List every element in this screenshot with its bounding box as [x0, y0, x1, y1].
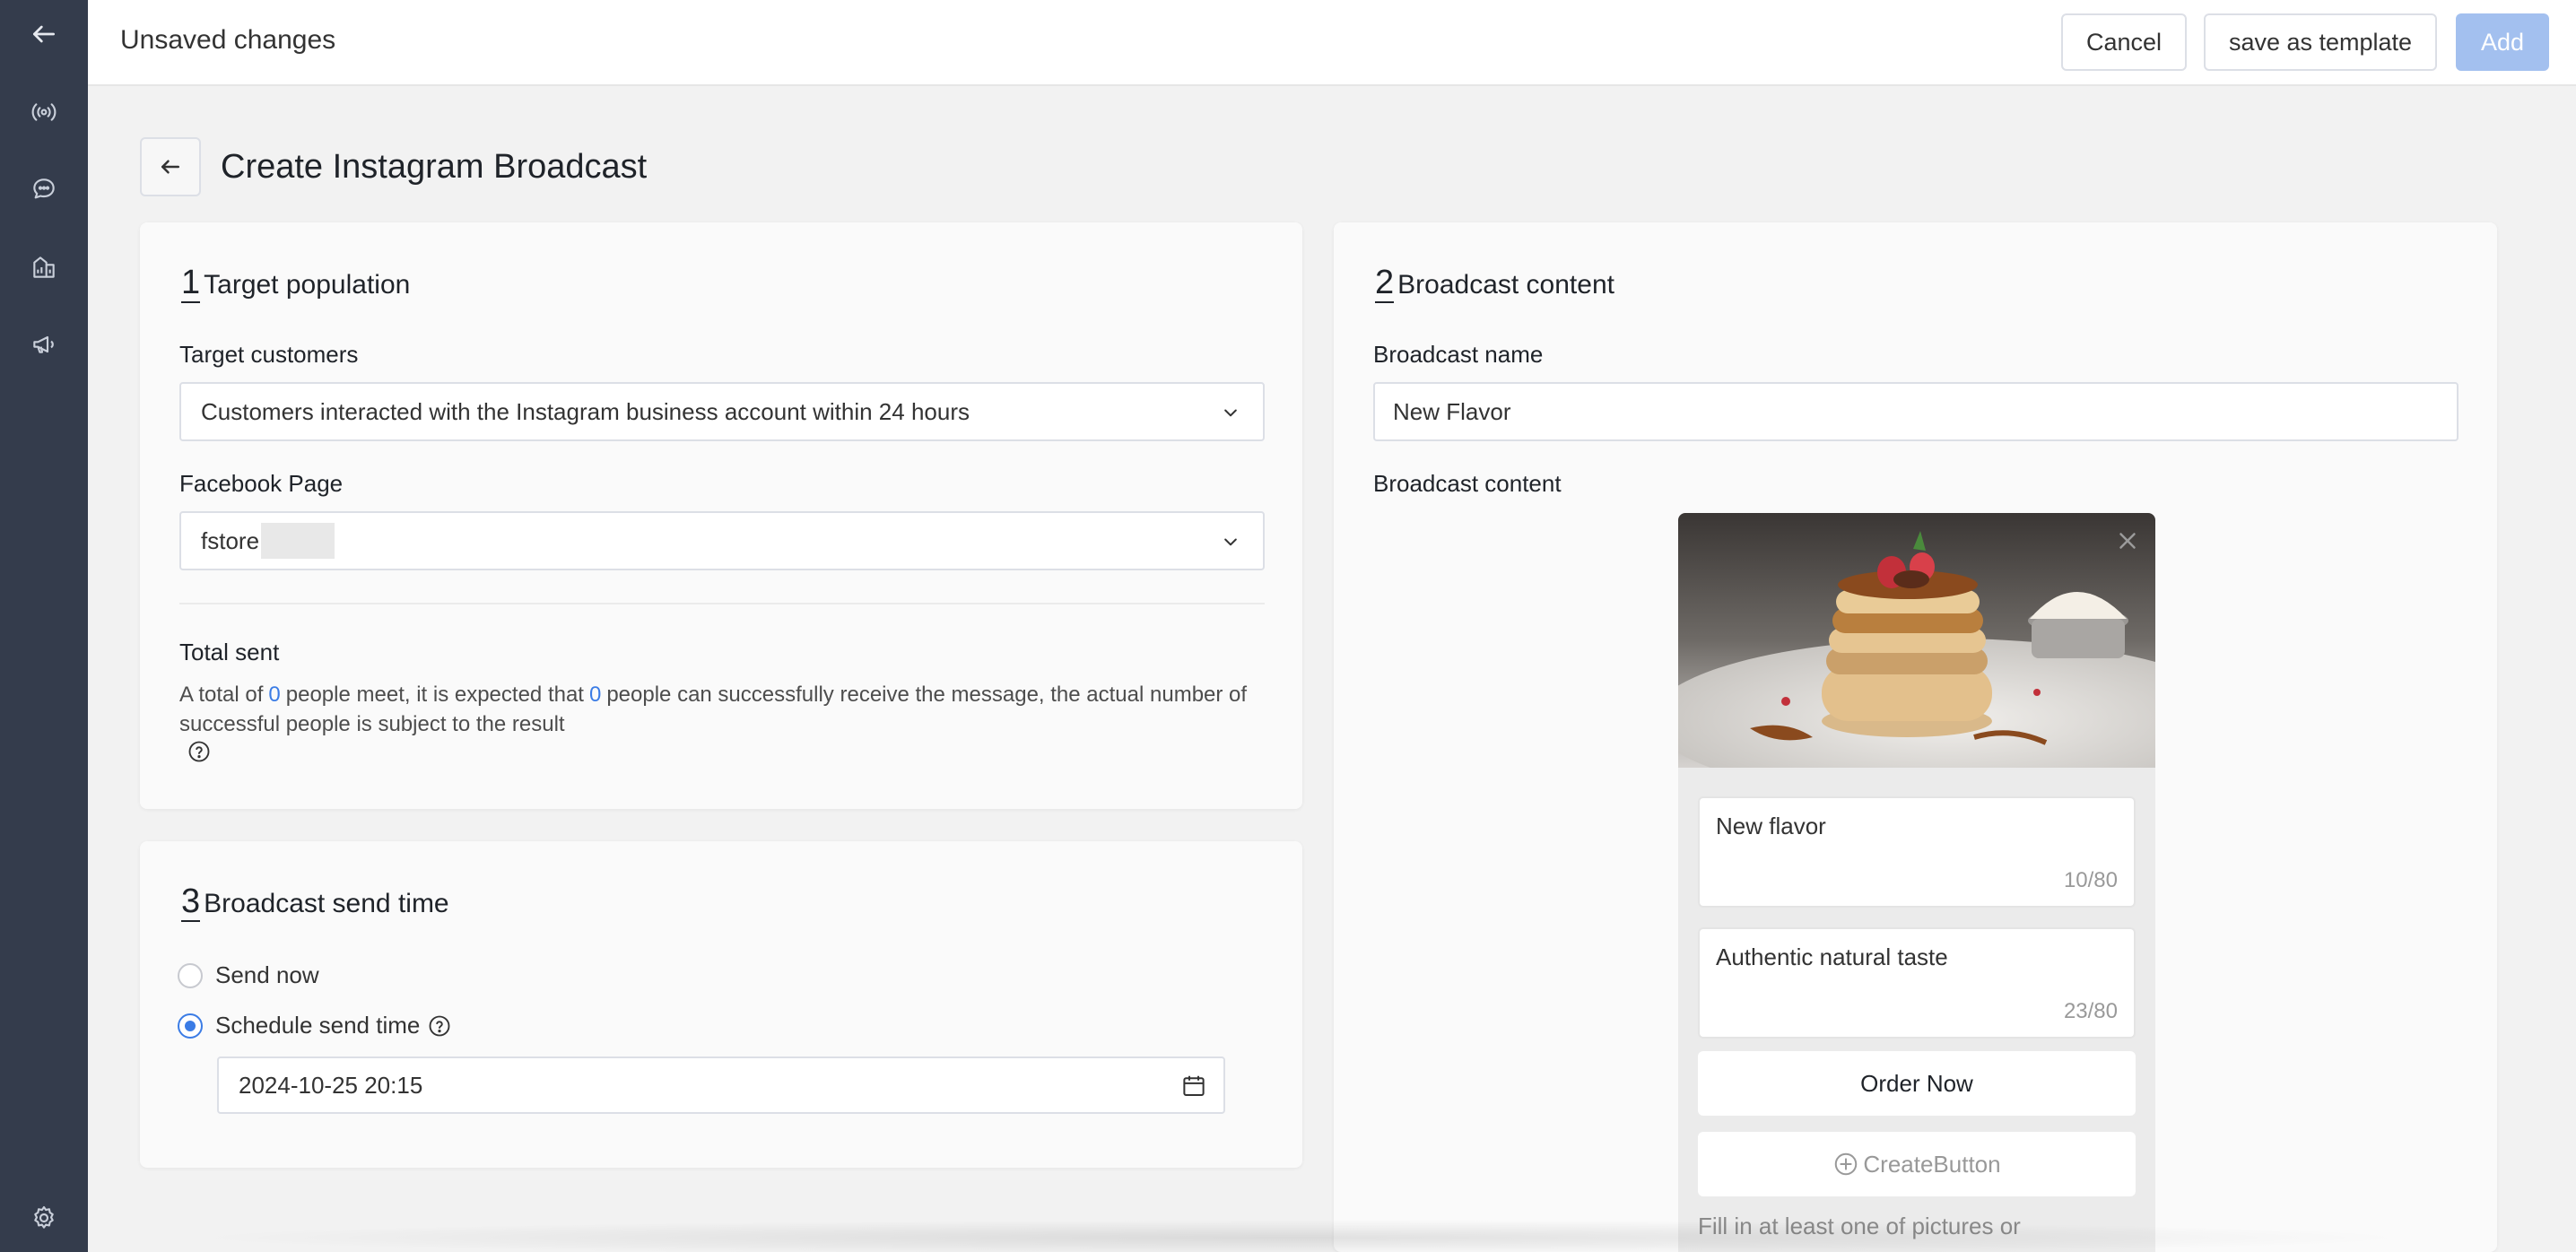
back-arrow-icon[interactable]	[26, 16, 62, 52]
section-title: Target population	[204, 270, 411, 300]
pancake-image[interactable]	[1678, 513, 2155, 768]
broadcast-content-label: Broadcast content	[1373, 470, 1562, 497]
redacted-mask	[261, 523, 335, 559]
chat-icon[interactable]	[26, 171, 62, 207]
add-button[interactable]: Add	[2456, 13, 2549, 71]
megaphone-icon[interactable]	[26, 326, 62, 362]
target-customers-label: Target customers	[179, 341, 359, 368]
preview-title-text: New flavor	[1716, 813, 1826, 839]
broadcast-content-card: 2 Broadcast content Broadcast name New F…	[1334, 222, 2497, 1252]
section-number: 1	[181, 264, 201, 303]
page-title: Create Instagram Broadcast	[221, 147, 648, 186]
calendar-icon[interactable]	[1180, 1073, 1207, 1100]
facebook-page-select[interactable]: fstore	[179, 511, 1265, 570]
create-button-label: CreateButton	[1863, 1150, 2001, 1178]
preview-title-count: 10/80	[2063, 868, 2118, 892]
section-number: 2	[1375, 264, 1395, 303]
help-circle-icon[interactable]	[187, 739, 212, 764]
help-circle-icon[interactable]	[427, 1013, 452, 1039]
unsaved-changes-title: Unsaved changes	[120, 25, 336, 55]
back-arrow-icon	[161, 160, 179, 174]
settings-gear-icon[interactable]	[26, 1200, 62, 1236]
section-title: Broadcast send time	[204, 889, 449, 918]
broadcast-send-time-card: 3 Broadcast send time Send now Schedule …	[140, 841, 1302, 1168]
total-sent-label: Total sent	[179, 639, 280, 665]
total-sent-description: A total of 0 people meet, it is expected t…	[179, 680, 1256, 739]
facebook-page-label: Facebook Page	[179, 470, 344, 497]
close-icon[interactable]	[2114, 527, 2141, 554]
target-customers-select[interactable]: Customers interacted with the Instagram …	[179, 382, 1265, 441]
broadcast-name-value: New Flavor	[1393, 397, 1511, 425]
broadcast-name-input[interactable]: New Flavor	[1373, 382, 2459, 441]
save-as-template-button[interactable]: save as template	[2204, 13, 2437, 71]
facebook-page-value: fstore	[201, 526, 260, 554]
sidebar	[0, 0, 88, 1252]
target-population-heading: 1 Target population	[181, 265, 410, 303]
message-preview-card: New flavor 10/80 Authentic natural taste…	[1678, 513, 2155, 1252]
broadcast-icon[interactable]	[26, 94, 62, 130]
preview-title-field[interactable]: New flavor 10/80	[1698, 796, 2136, 908]
send-now-label: Send now	[215, 961, 319, 988]
send-time-heading: 3 Broadcast send time	[181, 884, 449, 922]
broadcast-content-heading: 2 Broadcast content	[1375, 265, 1614, 303]
schedule-datetime-input[interactable]: 2024-10-25 20:15	[217, 1056, 1225, 1114]
divider	[179, 603, 1265, 604]
cancel-button[interactable]: Cancel	[2061, 13, 2187, 71]
schedule-send-option[interactable]: Schedule send time	[178, 1012, 452, 1039]
page-title-row: Create Instagram Broadcast	[140, 137, 647, 196]
schedule-send-label: Schedule send time	[215, 1012, 421, 1039]
target-customers-value: Customers interacted with the Instagram …	[201, 397, 970, 425]
schedule-send-radio[interactable]	[178, 1013, 203, 1039]
broadcast-name-label: Broadcast name	[1373, 341, 1544, 368]
create-button[interactable]: CreateButton	[1698, 1132, 2136, 1196]
total-prefix: A total of	[179, 683, 264, 707]
section-number: 3	[181, 882, 201, 922]
analytics-icon[interactable]	[26, 249, 62, 285]
chevron-down-icon	[1224, 409, 1237, 417]
section-title: Broadcast content	[1397, 270, 1614, 300]
chevron-down-icon	[1224, 538, 1237, 546]
preview-subtitle-text: Authentic natural taste	[1716, 943, 1948, 970]
total-middle: people meet, it is expected that	[285, 683, 584, 707]
preview-subtitle-field[interactable]: Authentic natural taste 23/80	[1698, 927, 2136, 1039]
target-population-card: 1 Target population Target customers Cus…	[140, 222, 1302, 809]
plus-circle-icon	[1835, 1152, 1858, 1176]
page-back-button[interactable]	[140, 137, 201, 196]
people-receive-count: 0	[588, 683, 602, 707]
bottom-shadow	[179, 1220, 2422, 1252]
preview-subtitle-count: 23/80	[2063, 999, 2118, 1023]
send-now-radio[interactable]	[178, 962, 203, 988]
top-header: Unsaved changes Cancel save as template …	[88, 0, 2576, 86]
people-meet-count: 0	[268, 683, 281, 707]
send-now-option[interactable]: Send now	[178, 961, 319, 989]
datetime-value: 2024-10-25 20:15	[239, 1071, 423, 1099]
order-now-button[interactable]: Order Now	[1698, 1051, 2136, 1116]
